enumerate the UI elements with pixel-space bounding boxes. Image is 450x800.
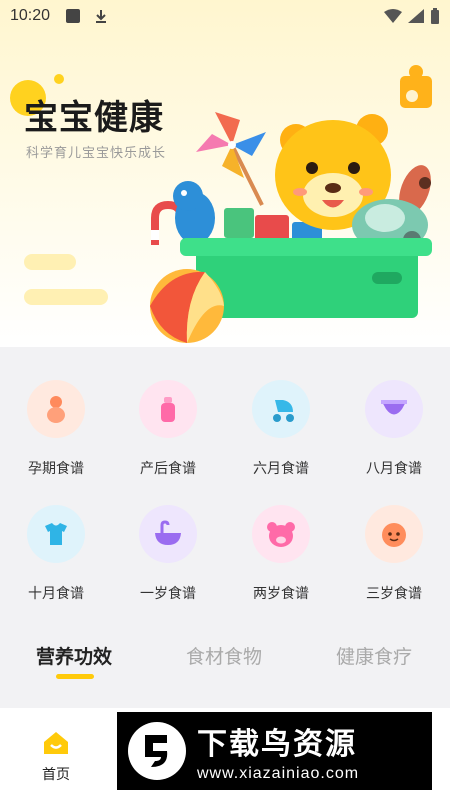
bear-icon: [252, 505, 310, 563]
tab-diet-therapy[interactable]: 健康食疗: [336, 642, 412, 669]
tab-ingredients[interactable]: 食材食物: [186, 642, 262, 669]
watermark-logo-icon: [128, 722, 186, 780]
pregnant-icon: [27, 380, 85, 438]
keyboard-icon: [66, 9, 81, 23]
banner: 宝宝健康 科学育儿宝宝快乐成长: [0, 0, 450, 347]
baby-clothes-icon: [27, 505, 85, 563]
category-label: 产后食谱: [140, 461, 196, 477]
stroller-icon: [252, 380, 310, 438]
category-label: 八月食谱: [366, 461, 422, 477]
category-label: 孕期食谱: [28, 461, 84, 477]
toy-box-illustration: [150, 65, 432, 343]
status-bar: 10:20: [0, 0, 450, 32]
category-label: 两岁食谱: [253, 586, 309, 602]
watermark-url: www.xiazainiao.com: [197, 765, 360, 782]
category-label: 一岁食谱: [140, 586, 196, 602]
watermark: 下载鸟资源 www.xiazainiao.com: [117, 712, 432, 790]
diaper-icon: [365, 380, 423, 438]
dinosaur-toy-icon: [173, 181, 215, 244]
home-icon: [44, 732, 68, 754]
category-postpartum[interactable]: 产后食谱: [112, 380, 224, 478]
category-grid: 孕期食谱 产后食谱 六月食谱 八月食谱 十月食谱 一岁食谱 两岁食谱 三岁食谱: [0, 347, 450, 627]
category-six-months[interactable]: 六月食谱: [225, 380, 337, 478]
category-label: 十月食谱: [28, 586, 84, 602]
category-label: 三岁食谱: [366, 586, 422, 602]
download-icon: [96, 10, 107, 23]
baby-face-icon: [365, 505, 423, 563]
puzzle-icon: [400, 65, 432, 108]
nav-home[interactable]: 首页: [26, 730, 86, 784]
battery-icon: [431, 8, 439, 24]
nav-home-label: 首页: [42, 767, 70, 783]
tab-nutrition[interactable]: 营养功效: [36, 642, 112, 669]
content-tabs: 营养功效 食材食物 健康食疗: [0, 628, 450, 688]
status-time: 10:20: [10, 7, 51, 24]
category-label: 六月食谱: [253, 461, 309, 477]
beach-ball-icon: [150, 269, 224, 343]
category-one-year[interactable]: 一岁食谱: [112, 505, 224, 603]
baby-bottle-icon: [139, 380, 197, 438]
active-tab-indicator: [56, 674, 94, 679]
category-three-years[interactable]: 三岁食谱: [338, 505, 450, 603]
bathtub-icon: [139, 505, 197, 563]
category-ten-months[interactable]: 十月食谱: [0, 505, 112, 603]
wifi-icon: [384, 9, 402, 23]
signal-icon: [408, 9, 424, 23]
category-pregnancy[interactable]: 孕期食谱: [0, 380, 112, 478]
category-two-years[interactable]: 两岁食谱: [225, 505, 337, 603]
watermark-title: 下载鸟资源: [197, 727, 357, 762]
category-eight-months[interactable]: 八月食谱: [338, 380, 450, 478]
pinwheel-icon: [196, 112, 266, 206]
